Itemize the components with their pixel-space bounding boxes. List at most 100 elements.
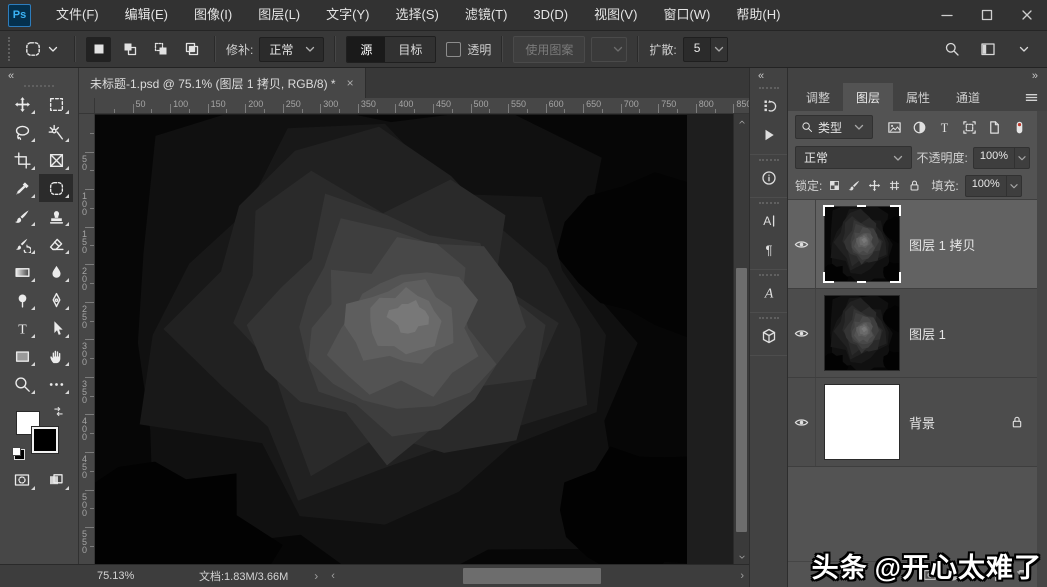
patch-tool[interactable] [39, 174, 73, 202]
filter-shape-layers-icon[interactable] [959, 117, 980, 138]
maximize-button[interactable] [967, 0, 1007, 30]
horizontal-scrollbar[interactable]: ‹ › [326, 565, 749, 587]
filter-adjustment-layers-icon[interactable] [909, 117, 930, 138]
scroll-left-icon[interactable]: ‹ [326, 570, 340, 582]
menu-item-0[interactable]: 文件(F) [43, 0, 112, 30]
patch-destination-button[interactable]: 目标 [385, 37, 435, 62]
scroll-right-icon[interactable]: › [735, 570, 749, 582]
frame-tool[interactable] [39, 146, 73, 174]
menu-item-5[interactable]: 选择(S) [382, 0, 451, 30]
dock-drag-handle[interactable] [759, 159, 779, 161]
opacity-input[interactable]: 100% [973, 147, 1030, 169]
menu-item-2[interactable]: 图像(I) [181, 0, 245, 30]
dodge-tool[interactable] [5, 286, 39, 314]
patch-mode-select[interactable]: 正常 [259, 37, 324, 62]
vertical-ruler[interactable]: 5 01 0 01 5 02 0 02 5 03 0 03 5 04 0 04 … [79, 114, 95, 564]
search-icon[interactable] [937, 41, 967, 57]
crop-tool[interactable] [5, 146, 39, 174]
lock-position-icon[interactable] [868, 179, 881, 192]
history-panel-icon[interactable] [750, 91, 787, 120]
layer-name[interactable]: 背景 [909, 413, 935, 432]
3d-panel-icon[interactable] [750, 321, 787, 350]
glyphs-panel-icon[interactable]: A [750, 278, 787, 307]
menu-item-6[interactable]: 滤镜(T) [452, 0, 521, 30]
rectangle-tool[interactable] [5, 342, 39, 370]
gradient-tool[interactable] [5, 258, 39, 286]
swap-colors-icon[interactable] [52, 405, 65, 418]
layer-name[interactable]: 图层 1 [909, 324, 946, 343]
document-tab[interactable]: 未标题-1.psd @ 75.1% (图层 1 拷贝, RGB/8) * × [79, 68, 366, 98]
intersect-selection-button[interactable] [179, 37, 204, 62]
layer-filter-toggle[interactable] [1009, 117, 1030, 138]
filter-type-layers-icon[interactable]: T [934, 117, 955, 138]
menu-item-3[interactable]: 图层(L) [245, 0, 313, 30]
move-tool[interactable] [5, 90, 39, 118]
menu-item-7[interactable]: 3D(D) [520, 0, 581, 30]
transparent-checkbox[interactable] [446, 42, 461, 57]
history-brush-tool[interactable] [5, 230, 39, 258]
dock-drag-handle[interactable] [759, 274, 779, 276]
dock-drag-handle[interactable] [759, 87, 779, 89]
use-pattern-button[interactable]: 使用图案 [513, 36, 585, 63]
layer-thumbnail[interactable] [825, 207, 899, 281]
path-selection-tool[interactable] [39, 314, 73, 342]
menu-item-8[interactable]: 视图(V) [581, 0, 650, 30]
filter-smart-objects-icon[interactable] [984, 117, 1005, 138]
menu-item-4[interactable]: 文字(Y) [313, 0, 382, 30]
minimize-button[interactable] [927, 0, 967, 30]
patch-source-button[interactable]: 源 [347, 37, 385, 62]
horizontal-scroll-track[interactable] [340, 565, 735, 587]
eyedropper-tool[interactable] [5, 174, 39, 202]
eraser-tool[interactable] [39, 230, 73, 258]
layer-row[interactable]: 背景 [788, 378, 1037, 467]
new-selection-mode-button[interactable] [86, 37, 111, 62]
workspace-chevron-icon[interactable] [1009, 41, 1039, 57]
pattern-picker[interactable] [591, 37, 627, 62]
screen-mode-button[interactable] [39, 466, 73, 494]
add-to-selection-button[interactable] [117, 37, 142, 62]
lock-image-pixels-icon[interactable] [848, 179, 861, 192]
zoom-level-field[interactable]: 75.13% [97, 570, 159, 582]
pen-tool[interactable] [39, 286, 73, 314]
zoom-tool[interactable] [5, 370, 39, 398]
scroll-up-icon[interactable] [734, 114, 749, 129]
ruler-corner[interactable] [79, 98, 95, 113]
type-tool[interactable]: T [5, 314, 39, 342]
layer-visibility-toggle[interactable] [788, 378, 816, 466]
scroll-down-icon[interactable] [734, 549, 749, 564]
layer-row[interactable]: 图层 1 拷贝 [788, 200, 1037, 289]
info-panel-icon[interactable] [750, 163, 787, 192]
canvas-image[interactable] [95, 115, 687, 564]
horizontal-scroll-thumb[interactable] [463, 568, 601, 584]
lock-all-icon[interactable] [908, 179, 921, 192]
menu-item-10[interactable]: 帮助(H) [723, 0, 793, 30]
panel-expand-button[interactable]: » [788, 68, 1047, 83]
vertical-scroll-track[interactable] [734, 129, 749, 549]
brush-tool[interactable] [5, 202, 39, 230]
dock-drag-handle[interactable] [759, 317, 779, 319]
horizontal-ruler[interactable]: 5010015020025030035040045050055060065070… [95, 98, 749, 113]
quick-selection-tool[interactable] [39, 118, 73, 146]
options-drag-handle[interactable] [8, 37, 12, 61]
tab-close-icon[interactable]: × [347, 76, 354, 90]
diffusion-input[interactable]: 5 [683, 37, 729, 62]
layer-name[interactable]: 图层 1 拷贝 [909, 235, 975, 254]
hand-tool[interactable] [39, 342, 73, 370]
toolbar-collapse-button[interactable]: « [0, 68, 78, 83]
background-color-swatch[interactable] [32, 427, 58, 453]
vertical-scroll-thumb[interactable] [736, 268, 747, 533]
tab-layers[interactable]: 图层 [843, 83, 893, 111]
layer-thumbnail[interactable] [825, 385, 899, 459]
panel-menu-icon[interactable] [1024, 83, 1039, 111]
tool-preset-picker[interactable] [21, 38, 64, 60]
tab-channels[interactable]: 通道 [943, 83, 993, 111]
menu-item-9[interactable]: 窗口(W) [650, 0, 723, 30]
menu-item-1[interactable]: 编辑(E) [112, 0, 181, 30]
blur-tool[interactable] [39, 258, 73, 286]
character-panel-icon[interactable]: A [750, 206, 787, 235]
lock-transparent-pixels-icon[interactable] [828, 179, 841, 192]
close-button[interactable] [1007, 0, 1047, 30]
layer-filter-select[interactable]: 类型 [795, 115, 873, 139]
subtract-from-selection-button[interactable] [148, 37, 173, 62]
dock-collapse-button[interactable]: « [750, 68, 787, 83]
